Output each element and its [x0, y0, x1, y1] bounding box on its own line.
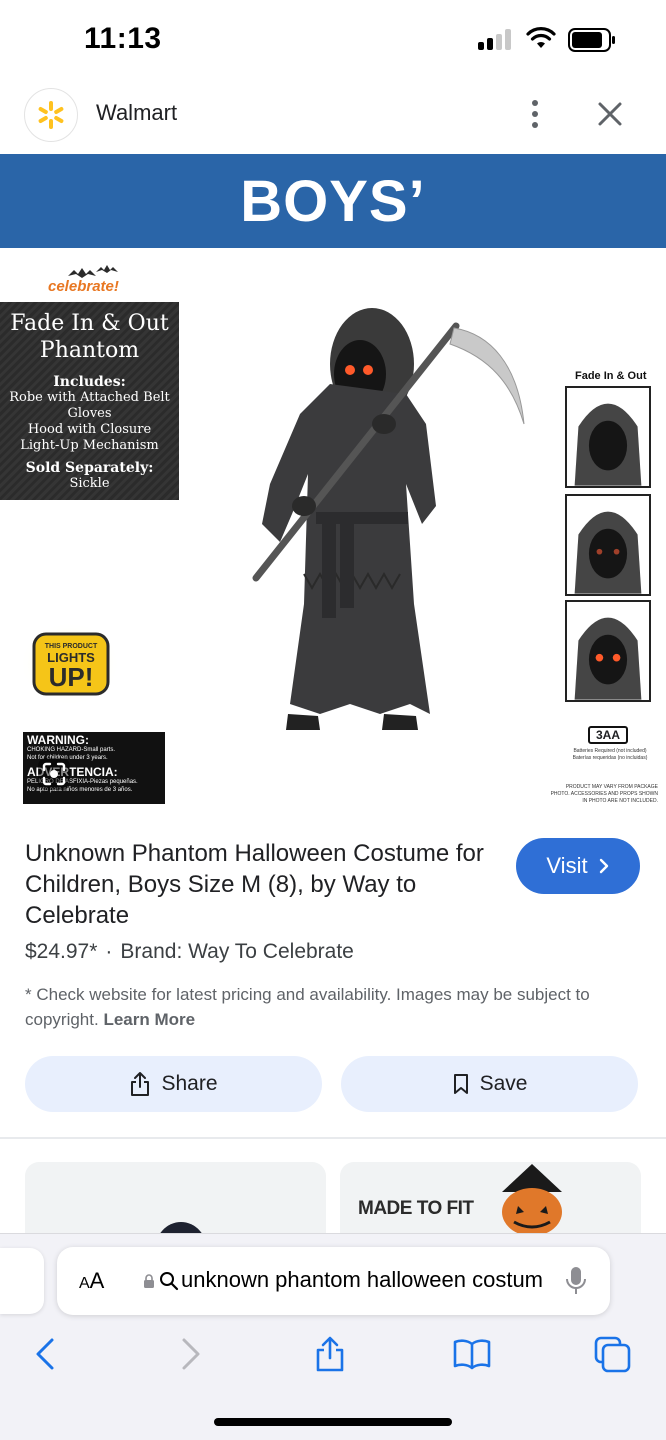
- brand-logo-text: celebrate!: [48, 278, 119, 295]
- lights-up-badge: THIS PRODUCT LIGHTS UP!: [20, 622, 120, 706]
- save-button[interactable]: Save: [341, 1056, 638, 1112]
- package-disclaimer: PRODUCT MAY VARY FROM PACKAGE PHOTO. ACC…: [550, 784, 658, 804]
- status-bar: 11:13: [0, 0, 666, 80]
- site-name: Walmart: [96, 100, 178, 125]
- warning-title: WARNING:: [27, 733, 89, 747]
- url-text[interactable]: unknown phantom halloween costume: [181, 1267, 543, 1295]
- includes-item: Light-Up Mechanism: [20, 438, 159, 453]
- includes-label: Includes:: [53, 374, 126, 390]
- battery-note-es: Baterías requeridas (no incluidas): [572, 755, 648, 761]
- address-bar[interactable]: AA unknown phantom halloween costume: [57, 1247, 610, 1315]
- cellular-signal-icon: [478, 28, 514, 50]
- tabs-icon[interactable]: [592, 1334, 632, 1374]
- lock-icon: [144, 1274, 154, 1288]
- forward-chevron-icon[interactable]: [170, 1334, 210, 1374]
- banner-text: BOYS’: [240, 168, 426, 234]
- battery-label: 3AA: [588, 726, 628, 744]
- includes-item: Robe with Attached Belt: [9, 390, 170, 405]
- bookmarks-book-icon[interactable]: [452, 1334, 492, 1374]
- includes-item: Hood with Closure: [27, 422, 152, 437]
- home-indicator: [214, 1418, 452, 1426]
- badge-line1: THIS PRODUCT: [45, 643, 98, 650]
- separator-dot: ·: [105, 940, 113, 963]
- info-title: Fade In & Out Phantom: [10, 311, 169, 363]
- back-chevron-icon[interactable]: [26, 1334, 66, 1374]
- badge-line3: UP!: [49, 662, 94, 692]
- battery-icon: [568, 28, 615, 52]
- section-divider: [0, 1137, 666, 1139]
- sold-separately-item: Sickle: [69, 476, 110, 491]
- learn-more-link[interactable]: Learn More: [103, 1010, 195, 1029]
- wifi-icon: [526, 27, 556, 48]
- share-icon[interactable]: [310, 1334, 350, 1374]
- browser-toolbar: AA unknown phantom halloween costume: [0, 1233, 666, 1440]
- previous-tab-peek[interactable]: [0, 1248, 44, 1314]
- price: $24.97*: [25, 940, 98, 963]
- product-image[interactable]: BOYS’ celebrate! Fade In & Out Phantom I…: [0, 154, 666, 816]
- visit-label: Visit: [546, 853, 588, 878]
- bookmark-icon: [453, 1074, 468, 1094]
- thumbnail-lights-dim: [565, 494, 651, 596]
- walmart-spark-icon: [24, 88, 78, 142]
- category-banner: BOYS’: [0, 154, 666, 248]
- visit-button[interactable]: Visit: [516, 838, 640, 894]
- thumbnail-lights-off: [565, 386, 651, 488]
- related-card-text: MADE TO FIT: [358, 1198, 474, 1219]
- price-line: $24.97* · Brand: Way To Celebrate: [25, 940, 354, 964]
- side-label: Fade In & Out: [575, 370, 647, 382]
- close-icon[interactable]: [594, 98, 626, 130]
- pumpkin-costume-thumbnail: [502, 1164, 562, 1234]
- pricing-disclaimer: * Check website for latest pricing and a…: [25, 982, 641, 1032]
- thumbnail-lights-on: [565, 600, 651, 702]
- lens-scan-icon[interactable]: [38, 758, 70, 790]
- brand: Brand: Way To Celebrate: [120, 940, 354, 963]
- microphone-icon[interactable]: [565, 1265, 587, 1297]
- phantom-costume-figure: [252, 308, 525, 730]
- search-icon: [160, 1272, 179, 1291]
- warning-line: CHOKING HAZARD-Small parts.: [27, 747, 116, 753]
- share-label: Share: [161, 1072, 218, 1095]
- share-icon: [131, 1072, 150, 1096]
- aa-small: A: [79, 1275, 90, 1292]
- product-title[interactable]: Unknown Phantom Halloween Costume for Ch…: [25, 838, 495, 931]
- includes-item: Gloves: [67, 406, 112, 421]
- chevron-right-icon: [599, 858, 608, 874]
- save-label: Save: [479, 1072, 528, 1095]
- tab-header: Walmart: [0, 80, 666, 154]
- costume-info-box: Fade In & Out Phantom Includes: Robe wit…: [0, 302, 179, 500]
- status-time: 11:13: [84, 22, 162, 55]
- battery-note: Batteries Required (not included) Baterí…: [566, 748, 654, 762]
- battery-note-en: Batteries Required (not included): [573, 748, 647, 754]
- sold-separately-label: Sold Separately:: [25, 460, 154, 476]
- aa-big: A: [89, 1268, 105, 1293]
- more-options-button[interactable]: [520, 96, 550, 132]
- reader-settings-button[interactable]: AA: [79, 1268, 104, 1294]
- share-button[interactable]: Share: [25, 1056, 322, 1112]
